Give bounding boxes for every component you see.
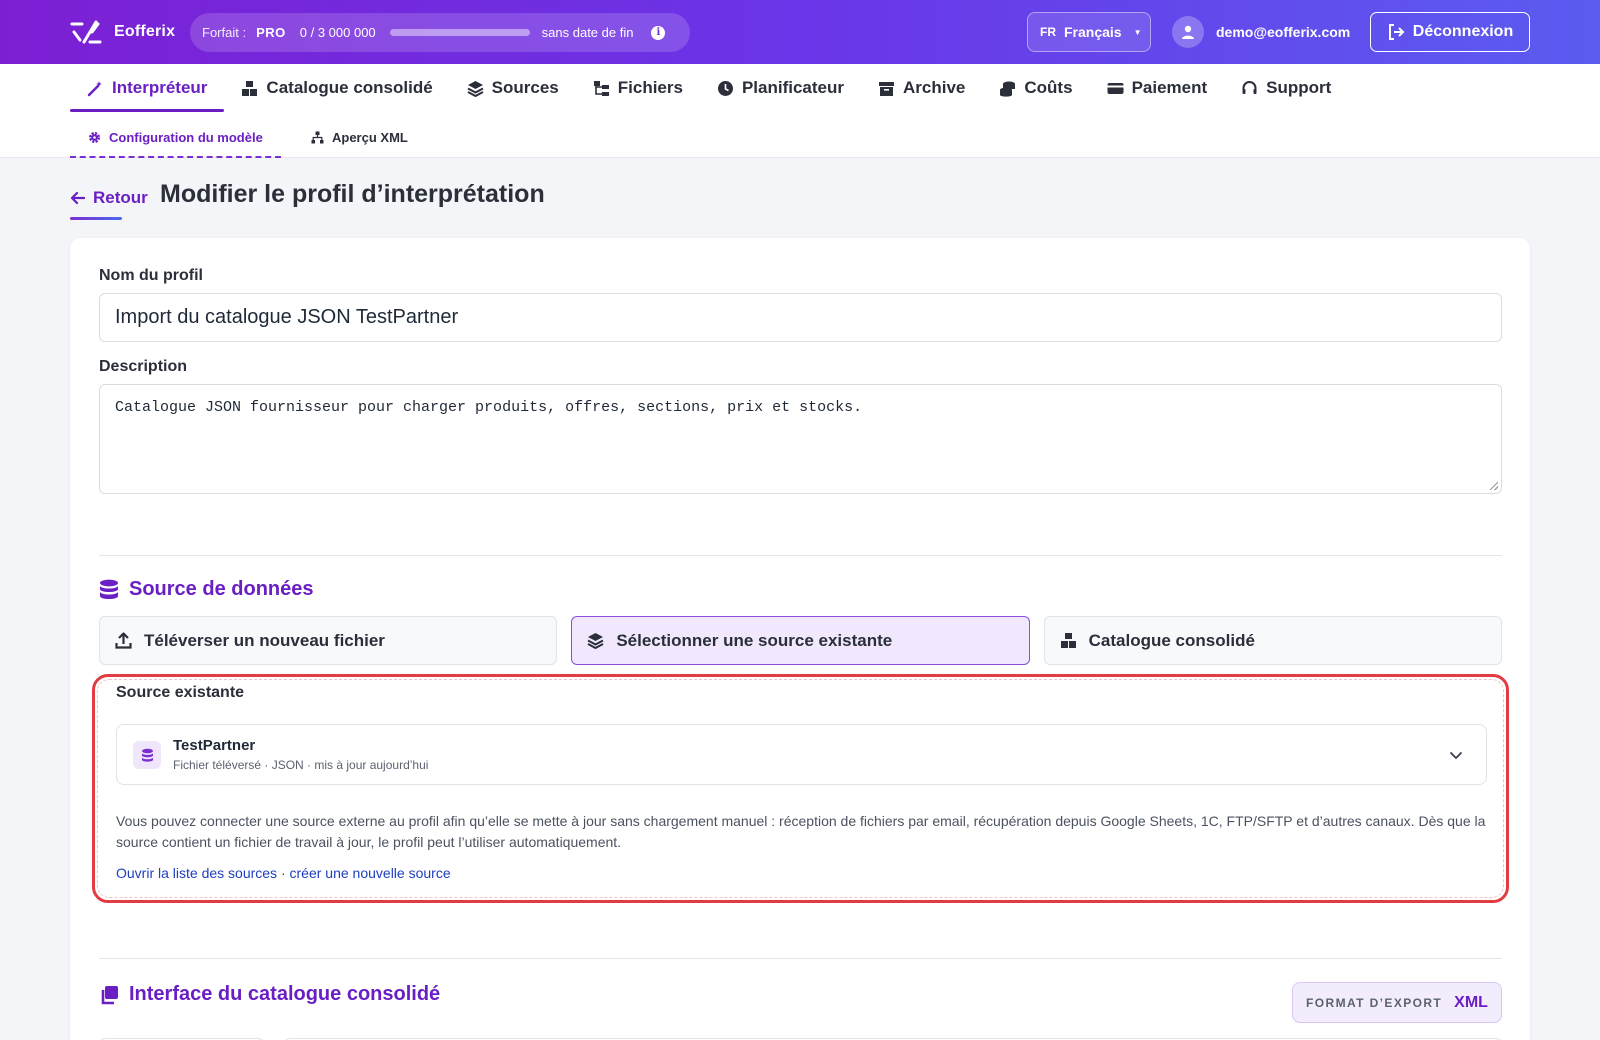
source-help-text: Vous pouvez connecter une source externe… [116,813,1486,850]
nav-label: Support [1266,78,1332,97]
user-avatar-icon [1172,16,1204,48]
nav-label: Catalogue consolidé [266,78,433,97]
profile-form-card: Nom du profil Import du catalogue JSON T… [70,238,1530,1040]
description-textarea[interactable]: Catalogue JSON fournisseur pour charger … [99,384,1502,494]
folder-tree-icon [593,80,609,96]
description-label: Description [99,358,188,375]
selected-source-meta: Fichier téléversé · JSON · mis à jour au… [173,758,429,772]
link-separator: · [277,865,290,881]
nav-catalogue-consolide[interactable]: Catalogue consolidé [224,64,449,112]
boxes-icon [1060,633,1076,648]
selected-source-name: TestPartner [173,737,256,754]
chevron-down-icon [1450,752,1462,759]
nav-label: Coûts [1024,78,1073,97]
data-source-heading: Source de données [99,578,314,601]
subtab-label: Configuration du modèle [109,129,263,145]
page-title: Modifier le profil d’interprétation [160,180,545,208]
caret-down-icon: ▼ [1133,27,1142,37]
export-format-label: FORMAT D’EXPORT [1306,995,1443,1010]
info-icon[interactable]: i [651,25,666,40]
layers-icon [467,80,484,97]
nav-label: Interpréteur [112,78,208,97]
language-code: FR [1040,25,1056,39]
data-source-title: Source de données [129,578,314,600]
subtab-label: Aperçu XML [332,129,408,145]
section-divider [99,958,1502,959]
tab-upload-new-file[interactable]: Téléverser un nouveau fichier [99,616,558,665]
description-text: Catalogue JSON fournisseur pour charger … [115,399,863,416]
nav-fichiers[interactable]: Fichiers [576,64,700,112]
user-menu[interactable]: demo@eofferix.com [1172,16,1350,48]
open-sources-list-link[interactable]: Ouvrir la liste des sources [116,865,277,881]
nav-label: Paiement [1131,78,1208,97]
main-navigation: Interpréteur Catalogue consolidé Sources… [0,64,1600,158]
nav-planificateur[interactable]: Planificateur [700,64,861,112]
archive-icon [879,81,895,96]
headset-icon [1242,80,1257,94]
export-format-value: XML [1454,993,1488,1011]
logout-label: Déconnexion [1412,23,1514,40]
create-source-link[interactable]: créer une nouvelle source [290,865,451,881]
nav-interpreteur[interactable]: Interpréteur [70,64,225,112]
tab-label: Catalogue consolidé [1088,630,1255,650]
copy-icon [101,985,118,1004]
database-icon [133,741,161,769]
usage-progress-bar [389,29,530,36]
boxes-icon [242,80,258,96]
plan-label: Forfait : [202,25,247,40]
plan-status: Forfait : PRO 0 / 3 000 000 sans date de… [190,13,690,52]
upload-icon [115,632,132,649]
nav-archive[interactable]: Archive [861,64,982,112]
profile-name-label: Nom du profil [99,267,203,284]
resize-handle[interactable] [1490,482,1498,490]
profile-name-input[interactable]: Import du catalogue JSON TestPartner [99,293,1502,342]
existing-source-label: Source existante [116,684,245,701]
nav-sources[interactable]: Sources [450,64,576,112]
nav-label: Planificateur [741,78,845,97]
subtab-apercu-xml[interactable]: Aperçu XML [293,116,426,158]
usage-count: 0 / 3 000 000 [299,25,376,40]
existing-source-select[interactable]: TestPartner Fichier téléversé · JSON · m… [116,724,1487,785]
gear-icon [89,131,100,143]
credit-card-icon [1107,82,1124,94]
arrow-left-icon [70,191,85,205]
nav-support[interactable]: Support [1224,64,1348,112]
source-type-tabs: Téléverser un nouveau fichier Sélectionn… [99,616,1502,665]
logout-icon [1388,24,1405,40]
catalog-interface-title: Interface du catalogue consolidé [129,983,441,1005]
back-button[interactable]: Retour [70,182,148,220]
sitemap-icon [311,131,324,143]
nav-paiement[interactable]: Paiement [1090,64,1225,112]
tab-consolidated-catalog[interactable]: Catalogue consolidé [1043,616,1502,665]
language-name: Français [1064,24,1122,40]
plan-name: PRO [256,25,286,40]
export-format-badge: FORMAT D’EXPORT XML [1292,982,1502,1023]
source-links: Ouvrir la liste des sources · créer une … [116,865,451,881]
user-email: demo@eofferix.com [1216,24,1351,40]
wand-icon [87,80,102,96]
language-selector[interactable]: FR Français ▼ [1027,12,1151,52]
tab-label: Téléverser un nouveau fichier [144,630,385,650]
database-icon [100,579,118,599]
logout-button[interactable]: Déconnexion [1370,12,1530,52]
coins-icon [1000,81,1016,97]
back-label: Retour [93,188,148,207]
top-bar: Eofferix Forfait : PRO 0 / 3 000 000 san… [0,0,1600,64]
section-divider [99,555,1502,556]
layers-icon [587,633,604,649]
logo[interactable]: Eofferix [70,18,175,46]
nav-label: Archive [903,78,966,97]
tab-select-existing-source[interactable]: Sélectionner une source existante [571,616,1030,665]
clock-icon [717,80,733,96]
nav-couts[interactable]: Coûts [982,64,1089,112]
logo-text: Eofferix [114,23,176,40]
plan-expiry: sans date de fin [541,25,634,40]
nav-label: Sources [491,78,559,97]
nav-label: Fichiers [617,78,683,97]
tab-label: Sélectionner une source existante [616,630,893,650]
catalog-interface-heading: Interface du catalogue consolidé [99,983,440,1006]
logo-icon [70,20,102,44]
subtab-configuration-modele[interactable]: Configuration du modèle [70,116,281,158]
